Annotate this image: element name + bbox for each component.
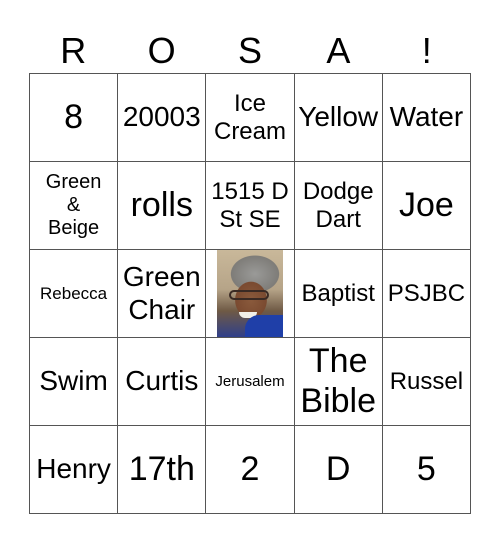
photo-glasses	[228, 290, 269, 300]
portrait-photo-icon	[216, 250, 283, 337]
bingo-cell[interactable]: Russel	[382, 338, 471, 426]
bingo-cell[interactable]: Swim	[30, 338, 119, 426]
bingo-cell[interactable]: 5	[382, 426, 471, 514]
bingo-cell-free-space[interactable]	[206, 250, 295, 338]
bingo-cell[interactable]: Water	[382, 74, 471, 162]
photo-shirt	[244, 315, 283, 337]
bingo-cell[interactable]: 20003	[118, 74, 207, 162]
bingo-cell[interactable]: D	[294, 426, 383, 514]
bingo-cell[interactable]: Dodge Dart	[294, 162, 383, 250]
header-letter: S	[237, 30, 262, 71]
bingo-cell[interactable]: rolls	[118, 162, 207, 250]
header-letter: !	[421, 30, 432, 71]
bingo-cell[interactable]: Joe	[382, 162, 471, 250]
bingo-cell[interactable]: 1515 D St SE	[206, 162, 295, 250]
bingo-cell[interactable]: 8	[30, 74, 119, 162]
bingo-cell[interactable]: Green Chair	[118, 250, 207, 338]
bingo-cell[interactable]: The Bible	[294, 338, 383, 426]
bingo-cell[interactable]: Jerusalem	[206, 338, 295, 426]
bingo-header: R O S A !	[29, 30, 471, 72]
bingo-cell[interactable]: 2	[206, 426, 295, 514]
bingo-cell[interactable]: Ice Cream	[206, 74, 295, 162]
bingo-cell[interactable]: Curtis	[118, 338, 207, 426]
bingo-cell[interactable]: 17th	[118, 426, 207, 514]
bingo-cell[interactable]: Baptist	[294, 250, 383, 338]
bingo-cell[interactable]: Green & Beige	[30, 162, 119, 250]
bingo-cell[interactable]: Yellow	[294, 74, 383, 162]
bingo-board: 8 20003 Ice Cream Yellow Water Green & B…	[29, 73, 471, 514]
header-letter: O	[147, 30, 176, 71]
bingo-cell[interactable]: PSJBC	[382, 250, 471, 338]
bingo-cell[interactable]: Henry	[30, 426, 119, 514]
bingo-cell[interactable]: Rebecca	[30, 250, 119, 338]
header-letter: R	[60, 30, 87, 71]
header-letter: A	[326, 30, 351, 71]
